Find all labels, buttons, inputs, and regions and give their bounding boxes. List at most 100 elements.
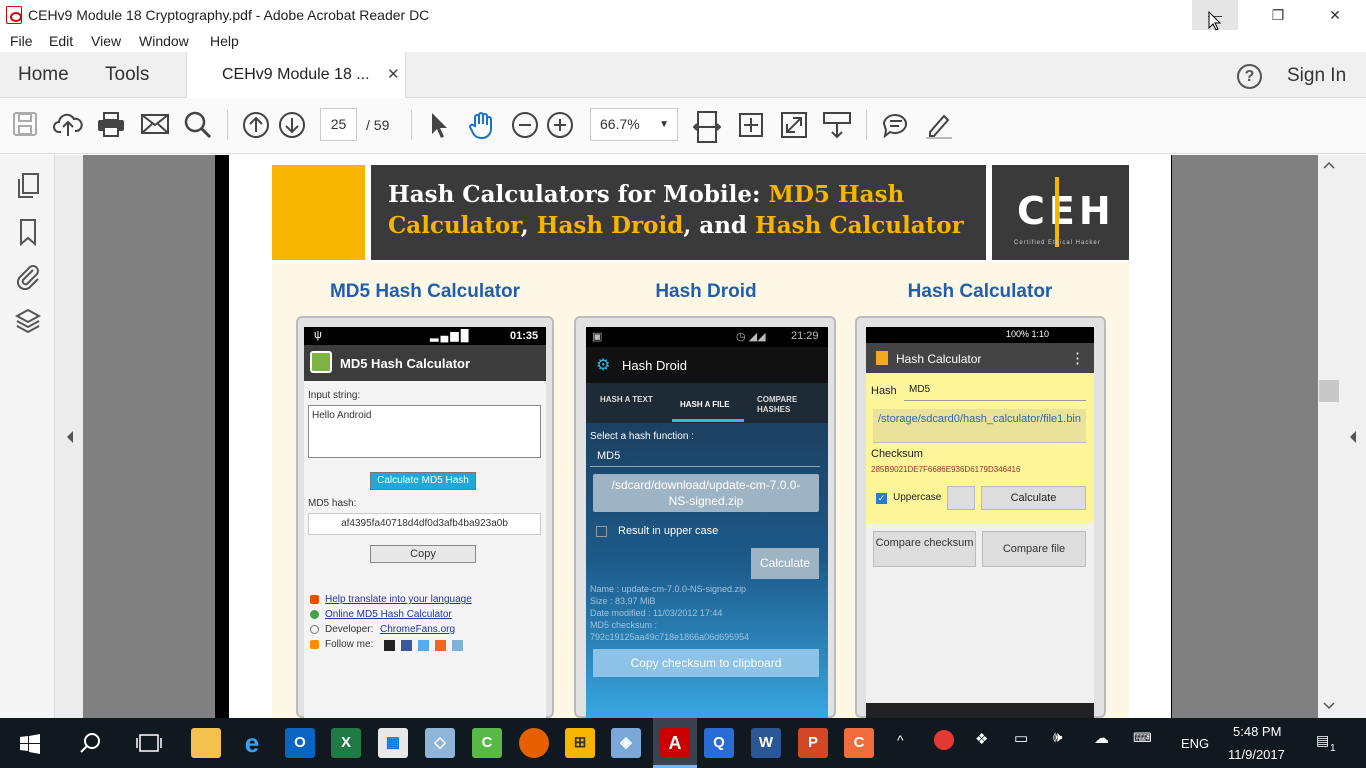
compare-checksum-button[interactable]: Compare checksum [873, 531, 976, 567]
left-panel-toggle[interactable] [55, 155, 83, 718]
chevron-up-icon[interactable]: ^ [897, 732, 904, 748]
input-string-field[interactable]: Hello Android [308, 405, 541, 458]
clock-date[interactable]: 11/9/2017 [1228, 747, 1285, 762]
app-icon[interactable]: ◇ [425, 728, 455, 758]
edge-icon[interactable]: e [237, 728, 267, 758]
twitter-icon[interactable] [418, 640, 429, 651]
online-md5-link[interactable]: Online MD5 Hash Calculator [325, 609, 452, 620]
powerpoint-icon[interactable]: P [798, 728, 828, 758]
menu-edit[interactable]: Edit [49, 33, 73, 49]
print-icon[interactable] [96, 110, 126, 140]
volume-icon[interactable]: 🕪 [1053, 729, 1062, 746]
excel-icon[interactable]: X [331, 728, 361, 758]
zoom-level-select[interactable]: 66.7% ▼ [590, 108, 678, 141]
network-icon[interactable]: ▭ [1014, 729, 1028, 747]
zoom-out-icon[interactable] [510, 110, 540, 140]
fit-page-icon[interactable] [736, 110, 766, 140]
page-thumbnails-icon[interactable] [14, 172, 42, 200]
store-icon[interactable]: ▦ [378, 728, 408, 758]
scrollbar-thumb[interactable] [1319, 380, 1339, 402]
attachment-icon[interactable] [14, 262, 42, 291]
chromefans-link[interactable]: ChromeFans.org [380, 624, 455, 635]
uppercase-checkbox[interactable]: ✓ [876, 493, 887, 504]
tab-hash-file[interactable]: HASH A FILE [680, 400, 730, 409]
vertical-scrollbar[interactable] [1318, 155, 1340, 718]
file-explorer-icon[interactable] [191, 728, 221, 758]
lastpass-icon[interactable]: Q [704, 728, 734, 758]
help-translate-link[interactable]: Help translate into your language [325, 594, 472, 605]
save-icon[interactable] [10, 110, 40, 140]
camtasia-icon[interactable]: C [472, 728, 502, 758]
comment-icon[interactable] [880, 110, 910, 140]
close-button[interactable]: ✕ [1312, 0, 1358, 30]
layers-icon[interactable] [14, 307, 42, 335]
onedrive-icon[interactable]: ☁ [1094, 729, 1109, 747]
page-number-input[interactable]: 25 [320, 108, 357, 141]
tab-home[interactable]: Home [18, 64, 69, 86]
notification-icon[interactable]: ▤ [1316, 732, 1329, 749]
overflow-menu-icon[interactable]: ⋮ [1070, 349, 1085, 367]
tab-compare-hashes[interactable]: COMPARE HASHES [757, 395, 817, 415]
zoom-in-icon[interactable] [545, 110, 575, 140]
file-path-field[interactable]: /storage/sdcard0/hash_calculator/file1.b… [873, 409, 1086, 443]
network-app-icon[interactable]: ⊞ [565, 728, 595, 758]
word-icon[interactable]: W [751, 728, 781, 758]
tab-hash-text[interactable]: HASH A TEXT [600, 395, 660, 405]
right-panel-toggle[interactable] [1340, 155, 1366, 718]
activity-icon[interactable] [934, 730, 954, 750]
dropbox-icon[interactable]: ❖ [975, 730, 988, 748]
keyboard-icon[interactable]: ⌨ [1133, 730, 1152, 746]
full-screen-icon[interactable] [779, 110, 809, 140]
sign-in-link[interactable]: Sign In [1287, 65, 1346, 87]
copy-icon[interactable] [947, 486, 975, 510]
fit-width-icon[interactable] [692, 110, 722, 143]
outlook-icon[interactable]: O [285, 728, 315, 758]
facebook-icon[interactable] [401, 640, 412, 651]
tab-document[interactable]: CEHv9 Module 18 ... ✕ [186, 52, 406, 98]
scroll-down-icon[interactable] [1323, 702, 1335, 710]
copy-button[interactable]: Copy [370, 545, 476, 563]
restore-button[interactable]: ❐ [1255, 0, 1301, 30]
md5-hash-output[interactable]: af4395fa40718d4df0d3afb4ba923a0b [308, 513, 541, 535]
next-page-icon[interactable] [277, 110, 307, 140]
menu-help[interactable]: Help [210, 33, 239, 49]
plus-social-icon[interactable] [384, 640, 395, 651]
upper-case-checkbox[interactable] [596, 526, 607, 537]
language-indicator[interactable]: ENG [1181, 736, 1209, 751]
close-tab-icon[interactable]: ✕ [387, 65, 400, 83]
compare-file-button[interactable]: Compare file [982, 531, 1086, 567]
search-icon[interactable] [80, 732, 102, 754]
hash-algorithm-select[interactable]: MD5 [904, 381, 1086, 401]
scroll-mode-icon[interactable] [822, 110, 852, 140]
bookmark-icon[interactable] [14, 218, 42, 247]
menu-window[interactable]: Window [139, 33, 189, 49]
menu-view[interactable]: View [91, 33, 121, 49]
windows-start-icon[interactable] [20, 734, 40, 754]
tab-tools[interactable]: Tools [105, 64, 149, 86]
file-path-button[interactable]: /sdcard/download/update-cm-7.0.0-NS-sign… [593, 474, 819, 512]
hash-function-select[interactable]: MD5 [590, 445, 820, 467]
rss-icon[interactable] [435, 640, 446, 651]
highlight-pen-icon[interactable] [924, 110, 954, 140]
clock-time[interactable]: 5:48 PM [1233, 724, 1281, 739]
hand-tool-icon[interactable] [466, 110, 496, 140]
task-view-icon[interactable] [136, 733, 162, 753]
firefox-icon[interactable] [519, 728, 549, 758]
search-icon[interactable] [183, 110, 213, 140]
scroll-up-icon[interactable] [1323, 161, 1335, 169]
email-social-icon[interactable] [452, 640, 463, 651]
upload-cloud-icon[interactable] [53, 110, 83, 140]
calculate-button[interactable]: Calculate [981, 486, 1086, 510]
camtasia-recorder-icon[interactable]: C [844, 728, 874, 758]
calculate-md5-button[interactable]: Calculate MD5 Hash [370, 472, 476, 490]
menu-file[interactable]: File [10, 33, 33, 49]
help-icon[interactable]: ? [1237, 64, 1262, 89]
select-cursor-icon[interactable] [424, 110, 454, 140]
previous-page-icon[interactable] [241, 110, 271, 140]
email-icon[interactable] [140, 110, 170, 140]
calculate-button[interactable]: Calculate [751, 548, 819, 579]
acrobat-reader-icon[interactable]: A [660, 728, 690, 758]
copy-checksum-button[interactable]: Copy checksum to clipboard [593, 649, 819, 677]
uppercase-label: Uppercase [893, 492, 942, 503]
tool-app-icon[interactable]: ◈ [611, 728, 641, 758]
